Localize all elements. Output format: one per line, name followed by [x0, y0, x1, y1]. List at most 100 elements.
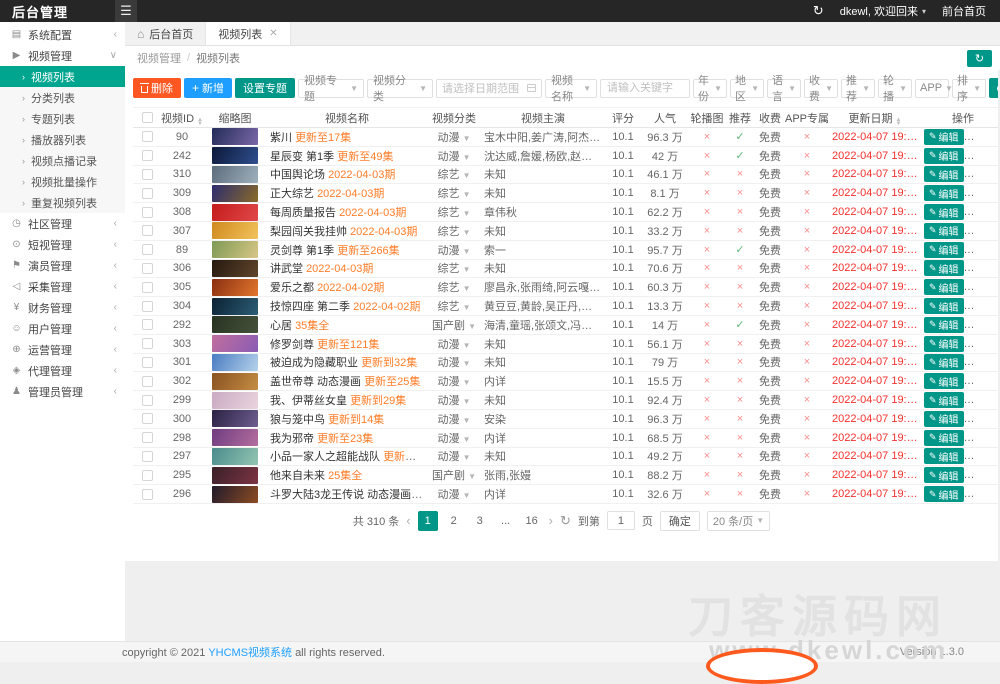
row-checkbox[interactable]: [141, 432, 153, 444]
category-select[interactable]: 动漫 ▼: [427, 146, 481, 166]
delete-row-button[interactable]: 删除: [967, 354, 998, 371]
row-checkbox[interactable]: [141, 488, 153, 500]
filter-select-地区[interactable]: 地区 ▼: [730, 75, 765, 103]
edit-button[interactable]: ✎ 编辑: [924, 448, 964, 465]
sidebar-group-6[interactable]: ◁ 采集管理 ‹: [0, 276, 125, 297]
category-select[interactable]: 综艺 ▼: [427, 296, 481, 316]
keyword-input[interactable]: [600, 78, 691, 98]
delete-row-button[interactable]: 删除: [967, 260, 998, 277]
sidebar-item[interactable]: › 重复视频列表: [0, 192, 125, 213]
row-checkbox[interactable]: [141, 187, 153, 199]
edit-button[interactable]: ✎ 编辑: [924, 128, 964, 145]
row-checkbox[interactable]: [141, 150, 153, 162]
row-checkbox[interactable]: [141, 281, 153, 293]
row-checkbox[interactable]: [141, 206, 153, 218]
edit-button[interactable]: ✎ 编辑: [924, 185, 964, 202]
topic-filter-select[interactable]: 视频专题 ▼: [298, 75, 365, 103]
filter-select-年份[interactable]: 年份 ▼: [693, 75, 728, 103]
row-checkbox[interactable]: [141, 413, 153, 425]
edit-button[interactable]: ✎ 编辑: [924, 429, 964, 446]
sort-icon[interactable]: ▲ ▼: [197, 117, 203, 127]
user-menu[interactable]: dkewl, 欢迎回来 ▾: [840, 3, 926, 19]
category-select[interactable]: 动漫 ▼: [427, 484, 481, 504]
close-icon[interactable]: ✕: [269, 28, 277, 39]
sidebar-group-4[interactable]: ⊙ 短视管理 ‹: [0, 234, 125, 255]
add-button[interactable]: + 新增: [184, 78, 233, 98]
delete-row-button[interactable]: 删除: [967, 166, 998, 183]
prev-page-button[interactable]: ‹: [406, 513, 410, 528]
sidebar-group-2[interactable]: ▶ 视频管理 ∨: [0, 45, 125, 66]
row-checkbox[interactable]: [141, 319, 153, 331]
tab-home[interactable]: ⌂ 后台首页: [125, 22, 207, 45]
edit-button[interactable]: ✎ 编辑: [924, 166, 964, 183]
sidebar-group-11[interactable]: ♟ 管理员管理 ‹: [0, 381, 125, 402]
category-select[interactable]: 动漫 ▼: [427, 390, 481, 410]
edit-button[interactable]: ✎ 编辑: [924, 486, 964, 503]
sidebar-group-1[interactable]: ▤ 系统配置 ‹: [0, 24, 125, 45]
sidebar-group-7[interactable]: ¥ 财务管理 ‹: [0, 297, 125, 318]
category-filter-select[interactable]: 视频分类 ▼: [367, 75, 434, 103]
filter-select-推荐[interactable]: 推荐 ▼: [841, 75, 876, 103]
row-checkbox[interactable]: [141, 451, 153, 463]
delete-row-button[interactable]: 删除: [967, 448, 998, 465]
sidebar-group-3[interactable]: ◷ 社区管理 ‹: [0, 213, 125, 234]
filter-select-语言[interactable]: 语言 ▼: [767, 75, 802, 103]
page-button-2[interactable]: 2: [443, 510, 464, 531]
filter-select-排序[interactable]: 排序 ▼: [952, 75, 987, 103]
cms-link[interactable]: YHCMS视频系统: [208, 647, 292, 659]
search-button[interactable]: 搜索: [989, 78, 998, 98]
tab-video-list[interactable]: 视频列表 ✕: [206, 22, 291, 45]
category-select[interactable]: 综艺 ▼: [427, 277, 481, 298]
category-select[interactable]: 动漫 ▼: [427, 371, 481, 392]
sidebar-group-5[interactable]: ⚑ 演员管理 ‹: [0, 255, 125, 276]
set-topic-button[interactable]: 设置专题: [235, 78, 296, 98]
refresh-icon[interactable]: ↻: [813, 3, 824, 19]
goto-page-input[interactable]: [606, 511, 635, 531]
edit-button[interactable]: ✎ 编辑: [924, 222, 964, 239]
category-select[interactable]: 动漫 ▼: [427, 428, 481, 448]
category-select[interactable]: 综艺 ▼: [427, 259, 481, 279]
category-select[interactable]: 动漫 ▼: [427, 409, 481, 429]
category-select[interactable]: 综艺 ▼: [427, 165, 481, 185]
edit-button[interactable]: ✎ 编辑: [924, 147, 964, 164]
sidebar-item[interactable]: › 专题列表: [0, 108, 125, 129]
hamburger-menu-icon[interactable]: ☰: [115, 0, 137, 22]
edit-button[interactable]: ✎ 编辑: [924, 298, 964, 315]
edit-button[interactable]: ✎ 编辑: [924, 410, 964, 427]
sidebar-group-8[interactable]: ☺ 用户管理 ‹: [0, 318, 125, 339]
sidebar-group-9[interactable]: ⊕ 运营管理 ‹: [0, 339, 125, 360]
sidebar-item[interactable]: › 分类列表: [0, 87, 125, 108]
row-checkbox[interactable]: [141, 300, 153, 312]
row-checkbox[interactable]: [141, 338, 153, 350]
pager-refresh-icon[interactable]: ↻: [560, 513, 571, 529]
edit-button[interactable]: ✎ 编辑: [924, 260, 964, 277]
category-select[interactable]: 国产剧 ▼: [427, 315, 481, 335]
edit-button[interactable]: ✎ 编辑: [924, 335, 964, 352]
edit-button[interactable]: ✎ 编辑: [924, 373, 964, 390]
filter-select-收费[interactable]: 收费 ▼: [804, 75, 839, 103]
category-select[interactable]: 动漫 ▼: [427, 447, 481, 467]
sidebar-item[interactable]: › 视频点播记录: [0, 150, 125, 171]
row-checkbox[interactable]: [141, 357, 153, 369]
page-button-1[interactable]: 1: [417, 510, 438, 531]
edit-button[interactable]: ✎ 编辑: [924, 241, 964, 258]
category-select[interactable]: 综艺 ▼: [427, 183, 481, 204]
name-filter-select[interactable]: 视频名称 ▼: [545, 75, 598, 103]
filter-select-APP[interactable]: APP ▼: [915, 78, 953, 98]
category-select[interactable]: 动漫 ▼: [427, 127, 481, 147]
next-page-button[interactable]: ›: [549, 513, 553, 528]
row-checkbox[interactable]: [141, 131, 153, 143]
category-select[interactable]: 动漫 ▼: [427, 240, 481, 260]
row-checkbox[interactable]: [141, 169, 153, 181]
row-checkbox[interactable]: [141, 225, 153, 237]
edit-button[interactable]: ✎ 编辑: [924, 279, 964, 296]
category-select[interactable]: 综艺 ▼: [427, 202, 481, 222]
category-select[interactable]: 动漫 ▼: [427, 353, 481, 373]
sidebar-item[interactable]: › 播放器列表: [0, 129, 125, 150]
breadcrumb-parent[interactable]: 视频管理: [137, 50, 181, 66]
column-header[interactable]: 更新日期 ▲ ▼: [829, 107, 921, 128]
column-header[interactable]: 视频ID ▲ ▼: [161, 107, 203, 128]
select-all-checkbox[interactable]: [141, 112, 153, 124]
panel-refresh-button[interactable]: ↻: [967, 49, 992, 67]
edit-button[interactable]: ✎ 编辑: [924, 354, 964, 371]
